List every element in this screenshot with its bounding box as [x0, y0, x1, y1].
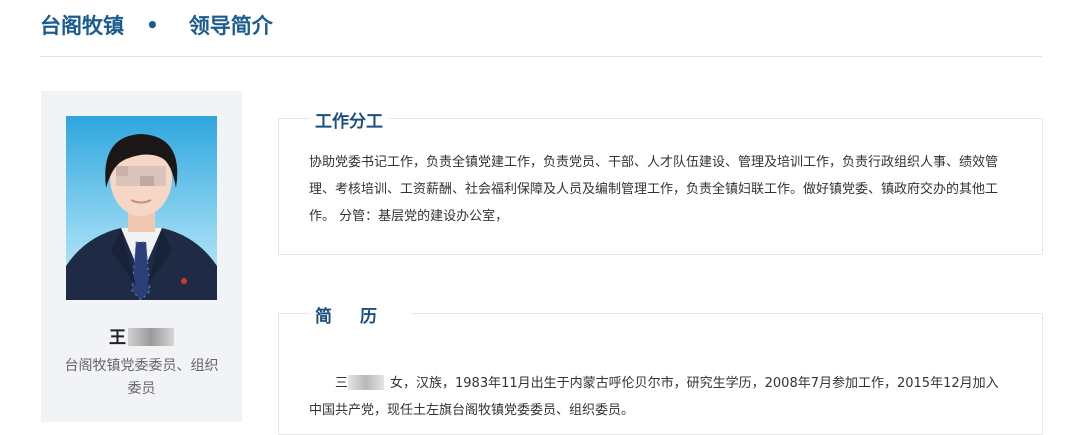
section-heading-work: 工作分工	[309, 107, 389, 132]
name-redaction	[128, 328, 174, 346]
leader-role: 台阁牧镇党委委员、组织委员	[64, 358, 219, 397]
resume-section: 简历 三女，汉族，1983年11月出生于内蒙古呼伦贝尔市，研究生学历，2008年…	[278, 302, 1043, 435]
work-division-section: 工作分工 协助党委书记工作，负责全镇党建工作，负责党员、干部、人才队伍建设、管理…	[278, 107, 1043, 255]
title-separator: •	[146, 13, 159, 37]
resume-body: 女，汉族，1983年11月出生于内蒙古呼伦贝尔市，研究生学历，2008年7月参加…	[309, 376, 999, 418]
profile-card: 王 台阁牧镇党委委员、组织委员	[41, 91, 242, 422]
leader-name: 王	[41, 323, 242, 348]
resume-name-redaction	[348, 375, 385, 390]
page-title: 领导简介	[188, 14, 273, 38]
town-title[interactable]: 台阁牧镇	[40, 10, 124, 40]
page-header: 台阁牧镇 • 领导简介	[40, 10, 273, 40]
resume-name-prefix: 三	[335, 376, 349, 391]
work-division-text: 协助党委书记工作，负责全镇党建工作，负责党员、干部、人才队伍建设、管理及培训工作…	[309, 155, 999, 224]
leader-photo	[66, 116, 217, 300]
resume-text: 三女，汉族，1983年11月出生于内蒙古呼伦贝尔市，研究生学历，2008年7月参…	[309, 370, 1009, 424]
header-divider	[40, 56, 1042, 57]
section-heading-resume: 简历	[309, 302, 411, 327]
